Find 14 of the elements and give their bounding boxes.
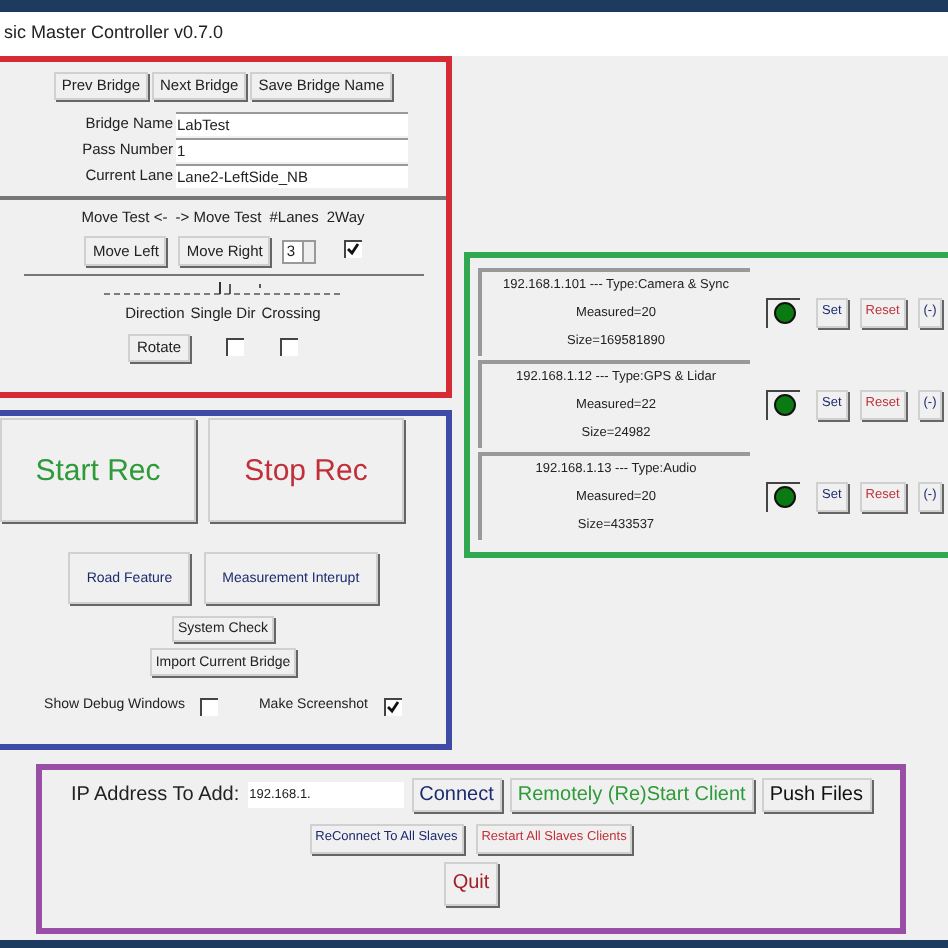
stop-record-button[interactable]: Stop Rec [208,418,404,522]
checkbox[interactable] [225,338,244,356]
checkbox[interactable] [200,697,219,716]
connect-button[interactable]: Connect [411,778,502,812]
window-title: sic Master Controller v0.7.0 [4,20,224,47]
checkbox[interactable] [343,239,362,258]
connect-button[interactable]: Push Files [761,778,871,812]
quit-button[interactable]: Quit [444,862,498,906]
check-icon [346,242,361,257]
spinner-arrows-icon [301,241,314,262]
ip-address-label: IP Address To Add: [71,782,240,810]
checkbox[interactable] [279,338,298,356]
checkbox[interactable] [383,697,402,716]
check-icon [386,700,401,715]
